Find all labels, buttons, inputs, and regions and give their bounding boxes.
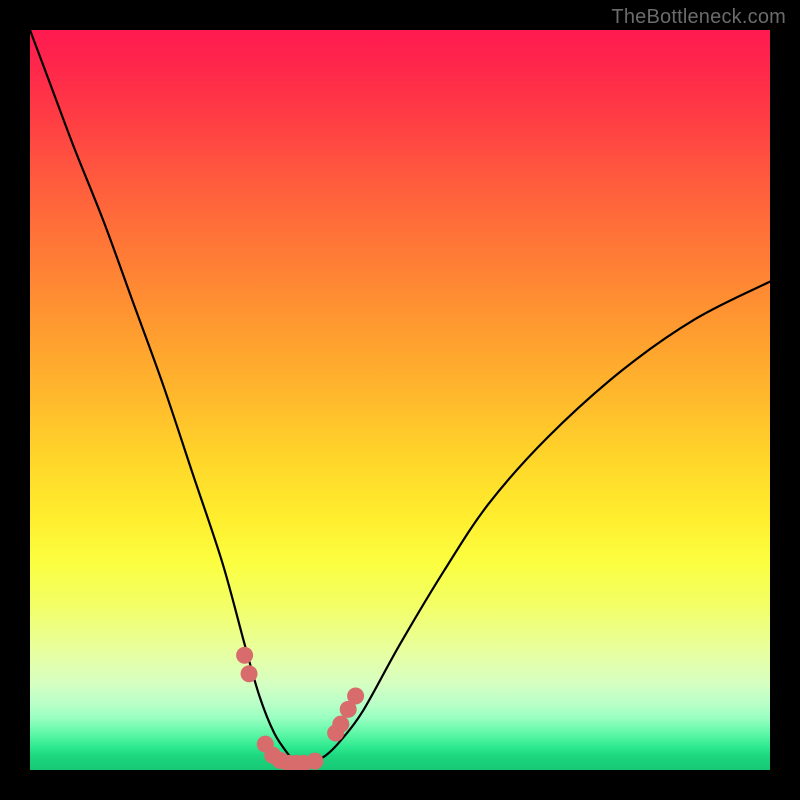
bottleneck-curve bbox=[30, 30, 770, 763]
watermark-text: TheBottleneck.com bbox=[611, 6, 786, 29]
highlight-dot bbox=[236, 647, 253, 664]
highlight-dot bbox=[241, 665, 258, 682]
chart-frame: TheBottleneck.com bbox=[0, 0, 800, 800]
plot-area bbox=[30, 30, 770, 770]
highlight-dot bbox=[347, 688, 364, 705]
highlight-dot bbox=[306, 753, 323, 770]
highlight-dots bbox=[236, 647, 364, 770]
curve-layer bbox=[30, 30, 770, 770]
highlight-dot bbox=[332, 716, 349, 733]
